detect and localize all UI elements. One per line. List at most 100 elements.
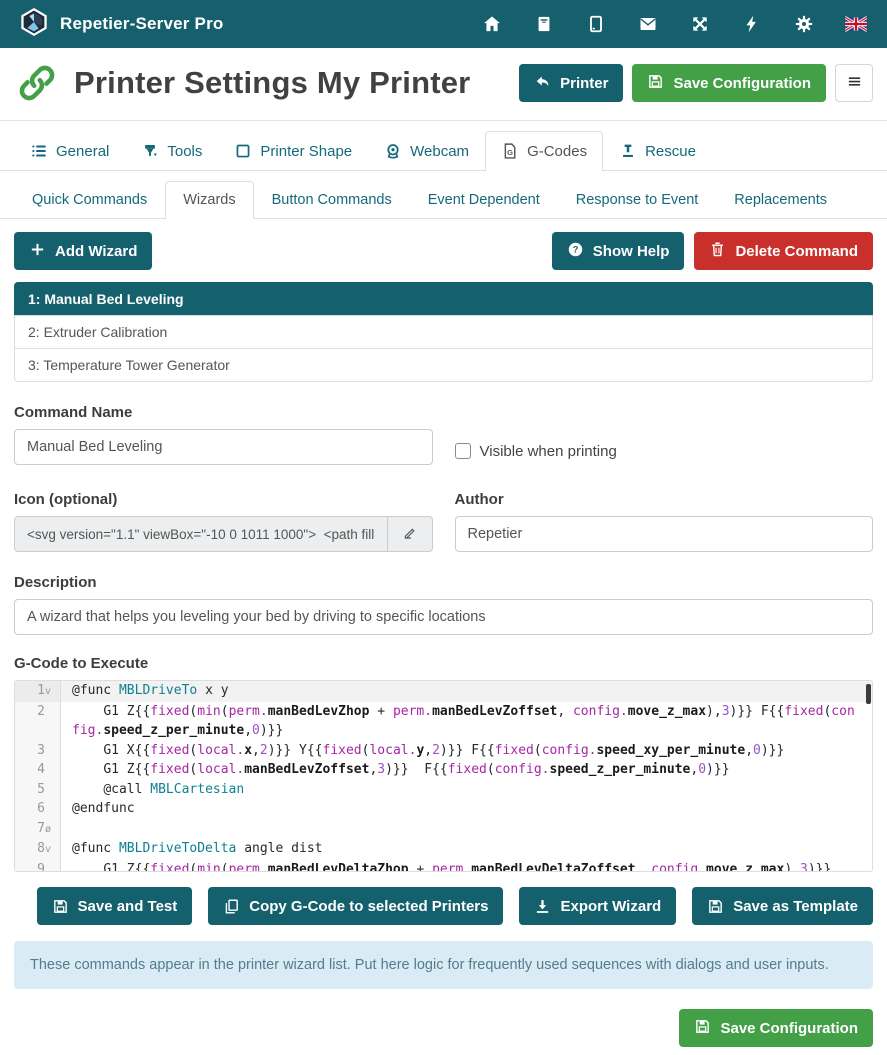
trash-icon xyxy=(709,241,726,262)
global-settings-icon[interactable] xyxy=(793,13,815,35)
gcode-file-icon: G xyxy=(501,142,519,160)
subtab-event-dependent[interactable]: Event Dependent xyxy=(410,181,558,219)
button-label: Save and Test xyxy=(78,898,178,915)
floppy-icon xyxy=(707,898,724,915)
line-number: 4 xyxy=(15,760,61,780)
button-label: Save as Template xyxy=(733,898,858,915)
command-name-input[interactable] xyxy=(14,429,433,465)
svg-text:?: ? xyxy=(572,244,578,254)
show-help-button[interactable]: ? Show Help xyxy=(552,232,685,270)
code-text: @func MBLDriveTo x y xyxy=(61,681,872,702)
editor-scrollbar[interactable] xyxy=(866,684,871,704)
page-title: Printer Settings My Printer xyxy=(74,65,470,101)
code-text: @endfunc xyxy=(61,799,872,819)
icon-label: Icon (optional) xyxy=(14,491,433,508)
floppy-icon xyxy=(52,898,69,915)
tab-label: General xyxy=(56,143,109,160)
command-name-label: Command Name xyxy=(14,404,433,421)
tab-g-codes[interactable]: GG-Codes xyxy=(485,131,603,171)
line-number: 2 xyxy=(15,702,61,741)
language-flag-icon[interactable] xyxy=(845,13,867,35)
tab-general[interactable]: General xyxy=(14,131,125,171)
chain-link-icon xyxy=(16,62,58,104)
code-text: G1 Z{{fixed(min(perm.manBedLevZhop + per… xyxy=(61,702,872,741)
expand-icon[interactable] xyxy=(689,13,711,35)
gcode-lines: 1v@func MBLDriveTo x y2 G1 Z{{fixed(min(… xyxy=(15,681,872,872)
printer-button[interactable]: Printer xyxy=(519,64,623,102)
quick-actions-icon[interactable] xyxy=(741,13,763,35)
messages-icon[interactable] xyxy=(637,13,659,35)
visible-when-printing-label: Visible when printing xyxy=(480,443,617,460)
tablet-icon[interactable] xyxy=(585,13,607,35)
copy-gcode-button[interactable]: Copy G-Code to selected Printers xyxy=(208,887,503,925)
subtab-quick-commands[interactable]: Quick Commands xyxy=(14,181,165,219)
edit-icon-button[interactable] xyxy=(387,517,432,551)
page-header: Printer Settings My Printer Printer Save… xyxy=(0,48,887,121)
subtab-button-commands[interactable]: Button Commands xyxy=(254,181,410,219)
line-number: 1v xyxy=(15,681,61,702)
wizard-toolbar: Add Wizard ? Show Help Delete Command xyxy=(14,232,873,270)
pencil-icon xyxy=(402,524,418,545)
save-icon xyxy=(694,1018,711,1039)
question-icon: ? xyxy=(567,241,584,262)
code-line: 4 G1 Z{{fixed(local.manBedLevZoffset,3)}… xyxy=(15,760,872,780)
save-configuration-footer-button[interactable]: Save Configuration xyxy=(679,1009,873,1047)
brand[interactable]: Repetier-Server Pro xyxy=(18,6,223,43)
button-label: Copy G-Code to selected Printers xyxy=(249,898,488,915)
printer-box-icon[interactable] xyxy=(533,13,555,35)
description-label: Description xyxy=(14,574,873,591)
navbar-icons xyxy=(481,13,873,35)
code-text xyxy=(61,819,872,840)
wizard-item[interactable]: 3: Temperature Tower Generator xyxy=(14,348,873,382)
code-line: 8v@func MBLDriveToDelta angle dist xyxy=(15,839,872,860)
author-label: Author xyxy=(455,491,874,508)
add-wizard-button[interactable]: Add Wizard xyxy=(14,232,152,270)
sub-tabs: Quick CommandsWizardsButton CommandsEven… xyxy=(0,171,887,219)
delete-command-button[interactable]: Delete Command xyxy=(694,232,873,270)
menu-button[interactable] xyxy=(835,64,873,102)
code-line: 7ø xyxy=(15,819,872,840)
line-number: 3 xyxy=(15,741,61,761)
code-line: 2 G1 Z{{fixed(min(perm.manBedLevZhop + p… xyxy=(15,702,872,741)
save-and-test-button[interactable]: Save and Test xyxy=(37,887,193,925)
copy-icon xyxy=(223,898,240,915)
webcam-icon xyxy=(384,142,402,160)
tab-printer-shape[interactable]: Printer Shape xyxy=(218,131,368,171)
line-number: 8v xyxy=(15,839,61,860)
line-number: 7ø xyxy=(15,819,61,840)
description-input[interactable] xyxy=(14,599,873,635)
code-text: G1 Z{{fixed(local.manBedLevZoffset,3)}} … xyxy=(61,760,872,780)
code-text: @call MBLCartesian xyxy=(61,780,872,800)
tab-tools[interactable]: Tools xyxy=(125,131,218,171)
line-number: 9 xyxy=(15,860,61,873)
tab-label: Printer Shape xyxy=(260,143,352,160)
save-icon xyxy=(647,73,664,94)
home-icon[interactable] xyxy=(481,13,503,35)
icon-svg-input[interactable] xyxy=(15,517,387,551)
hamburger-icon xyxy=(846,73,863,94)
wizard-item[interactable]: 2: Extruder Calibration xyxy=(14,315,873,349)
code-line: 9 G1 Z{{fixed(min(perm.manBedLevDeltaZho… xyxy=(15,860,872,873)
line-number: 6 xyxy=(15,799,61,819)
subtab-wizards[interactable]: Wizards xyxy=(165,181,253,219)
tab-rescue[interactable]: Rescue xyxy=(603,131,712,171)
author-input[interactable] xyxy=(455,516,874,552)
tab-label: Rescue xyxy=(645,143,696,160)
gcode-editor[interactable]: 1v@func MBLDriveTo x y2 G1 Z{{fixed(min(… xyxy=(14,680,873,872)
export-wizard-button[interactable]: Export Wizard xyxy=(519,887,676,925)
extruder-icon xyxy=(141,142,159,160)
save-configuration-button[interactable]: Save Configuration xyxy=(632,64,826,102)
plus-icon xyxy=(29,241,46,262)
subtab-replacements[interactable]: Replacements xyxy=(716,181,845,219)
line-number: 5 xyxy=(15,780,61,800)
tab-label: Webcam xyxy=(410,143,469,160)
wizard-item[interactable]: 1: Manual Bed Leveling xyxy=(14,282,873,316)
visible-when-printing-checkbox[interactable] xyxy=(455,443,471,459)
back-arrow-icon xyxy=(534,73,551,94)
save-as-template-button[interactable]: Save as Template xyxy=(692,887,873,925)
tab-webcam[interactable]: Webcam xyxy=(368,131,485,171)
wizard-actions: Save and Test Copy G-Code to selected Pri… xyxy=(14,887,873,925)
subtab-response-to-event[interactable]: Response to Event xyxy=(558,181,717,219)
gcode-label: G-Code to Execute xyxy=(14,655,873,672)
tab-label: Tools xyxy=(167,143,202,160)
